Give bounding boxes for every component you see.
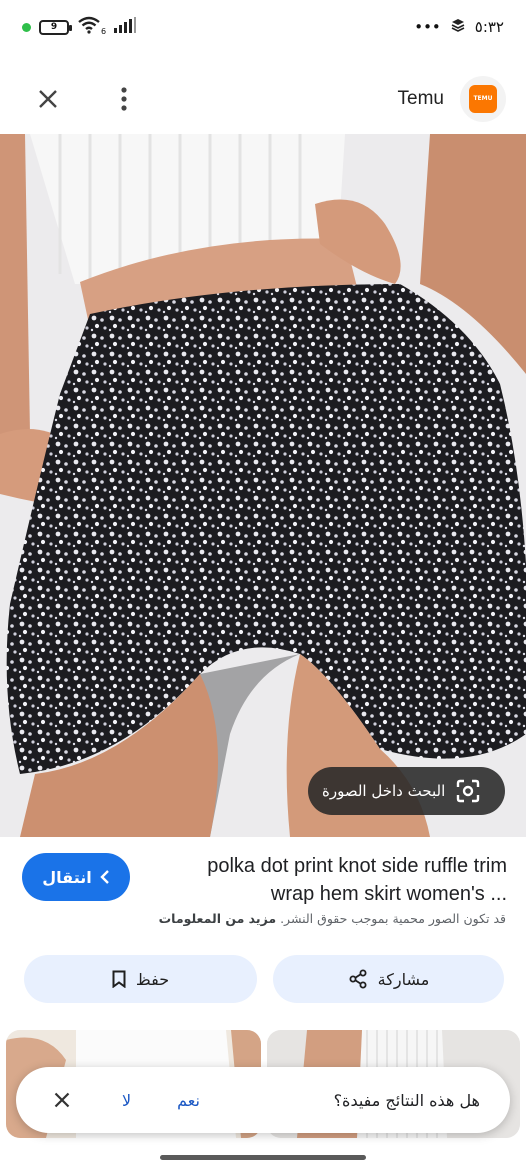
- result-title-line1: polka dot print knot side ruffle trim: [207, 855, 507, 877]
- feedback-yes-button[interactable]: نعم: [177, 1091, 200, 1110]
- battery-level: 9: [50, 22, 58, 32]
- camera-indicator-icon: [22, 22, 31, 32]
- screen: 9 6 ••• ٥:٣٢ Temu TEMU البحث داخل الصورة…: [0, 0, 526, 1169]
- share-button[interactable]: مشاركة: [273, 955, 504, 1003]
- network-badge: 6: [101, 26, 107, 36]
- status-right: ••• ٥:٣٢: [414, 18, 504, 36]
- close-icon: [39, 90, 57, 108]
- result-title[interactable]: polka dot print knot side ruffle trim wr…: [145, 852, 507, 908]
- data-saver-icon: [451, 18, 465, 36]
- share-label: مشاركة: [377, 969, 430, 989]
- more-vert-icon: [121, 87, 127, 111]
- copyright-notice: قد تكون الصور محمية بموجب حقوق النشر. مز…: [140, 911, 506, 926]
- share-icon: [349, 969, 367, 989]
- logo-text: TEMU: [473, 94, 493, 102]
- search-inside-image-button[interactable]: البحث داخل الصورة: [308, 767, 505, 815]
- feedback-bar: لا نعم هل هذه النتائج مفيدة؟: [16, 1067, 510, 1133]
- result-image[interactable]: [0, 134, 526, 837]
- visit-label: انتقال: [42, 867, 92, 887]
- more-options-button[interactable]: [106, 81, 142, 117]
- status-left: 9 6: [22, 16, 137, 38]
- signal-icon: [114, 17, 137, 37]
- save-label: حفظ: [135, 969, 170, 989]
- result-title-line2: wrap hem skirt women's ...: [270, 883, 507, 905]
- close-button[interactable]: [30, 81, 66, 117]
- close-icon: [54, 1092, 70, 1108]
- skirt-photo: [0, 134, 526, 837]
- viewer-header: Temu TEMU: [0, 62, 526, 136]
- copyright-text: قد تكون الصور محمية بموجب حقوق النشر.: [280, 911, 506, 926]
- site-name[interactable]: Temu: [398, 88, 444, 110]
- more-notifications: •••: [414, 18, 441, 36]
- clock: ٥:٣٢: [474, 18, 504, 36]
- temu-logo-icon: TEMU: [469, 85, 497, 113]
- lens-icon: [457, 779, 480, 803]
- feedback-question: هل هذه النتائج مفيدة؟: [333, 1090, 480, 1110]
- visit-button[interactable]: انتقال: [22, 853, 130, 901]
- chevron-left-icon: [100, 870, 109, 884]
- dismiss-feedback-button[interactable]: [50, 1088, 74, 1112]
- wifi-icon: [77, 16, 101, 38]
- save-button[interactable]: حفظ: [24, 955, 257, 1003]
- home-indicator[interactable]: [160, 1155, 366, 1160]
- battery-icon: 9: [39, 19, 72, 35]
- status-bar: 9 6 ••• ٥:٣٢: [0, 0, 526, 54]
- lens-label: البحث داخل الصورة: [322, 782, 446, 800]
- more-info-link[interactable]: مزيد من المعلومات: [159, 911, 276, 926]
- feedback-no-button[interactable]: لا: [122, 1091, 131, 1110]
- bookmark-icon: [112, 970, 126, 988]
- site-logo[interactable]: TEMU: [460, 76, 506, 122]
